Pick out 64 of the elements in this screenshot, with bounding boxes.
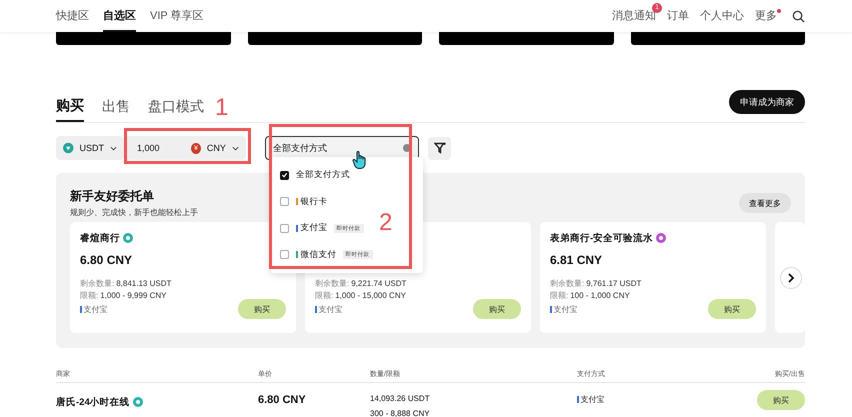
- price: 6.80 CNY: [80, 253, 132, 267]
- promo-subtitle: 规则少、完成快，新手也能轻松上手: [70, 207, 198, 218]
- coin-select[interactable]: USDT: [56, 136, 124, 160]
- remaining-amount: 9,221.74 USDT: [351, 279, 406, 288]
- remaining-amount: 9,761.17 USDT: [586, 279, 642, 288]
- apply-merchant-button[interactable]: 申请成为商家: [729, 90, 805, 114]
- checkbox[interactable]: [280, 224, 289, 233]
- tab[interactable]: 出售: [102, 92, 130, 122]
- field-label: 剩余数量:: [550, 279, 584, 288]
- chevron-down-icon: [110, 146, 117, 150]
- quantity: 14,093.26 USDT: [370, 394, 431, 403]
- checkbox[interactable]: [280, 170, 289, 180]
- remaining-amount: 8,841.13 USDT: [116, 279, 172, 288]
- field-label: 限额:: [550, 291, 568, 300]
- checkbox[interactable]: [280, 250, 289, 260]
- option-label: 微信支付: [300, 248, 336, 261]
- field-label: 限额:: [315, 291, 334, 300]
- amount-value: 1,000: [137, 143, 161, 153]
- price: 6.81 CNY: [550, 253, 602, 267]
- option-label: 银行卡: [300, 196, 328, 208]
- view-more-button[interactable]: 查看更多: [739, 193, 791, 213]
- merchant-name: 睿煊商行: [80, 232, 120, 244]
- nav-link[interactable]: 快捷区: [56, 0, 89, 32]
- nav-link[interactable]: 更多: [755, 10, 777, 22]
- annotation-number: 1: [215, 96, 228, 120]
- nav-link[interactable]: VIP 尊享区: [150, 0, 204, 32]
- buy-button[interactable]: 购买: [238, 299, 286, 319]
- limit-range: 100 - 1,000 CNY: [570, 291, 630, 300]
- tab[interactable]: 盘口模式: [148, 92, 204, 122]
- option-label: 全部支付方式: [296, 169, 350, 182]
- merchant-name: 表弟商行-安全可验流水: [550, 232, 654, 244]
- limit-range: 1,000 - 15,000 CNY: [335, 291, 406, 300]
- payment-method: 支付宝: [550, 304, 578, 314]
- nav-link[interactable]: 个人中心: [700, 10, 744, 22]
- payment-method: 支付宝: [80, 304, 108, 314]
- buy-button[interactable]: 购买: [757, 390, 805, 410]
- payment-method: 支付宝: [315, 304, 342, 314]
- nav-link[interactable]: 订单: [667, 10, 689, 22]
- field-label: 限额:: [80, 291, 98, 300]
- field-label: 剩余数量:: [315, 279, 350, 288]
- nav-link[interactable]: 消息通知: [612, 10, 656, 22]
- checkbox[interactable]: [280, 197, 289, 206]
- coin-icon: [63, 142, 74, 154]
- limit-range: 300 - 8,888 CNY: [370, 409, 431, 417]
- search-icon[interactable]: [792, 10, 805, 22]
- option-label: 支付宝: [300, 222, 328, 234]
- chevron-right-icon: [787, 273, 795, 283]
- tab[interactable]: 购买: [56, 92, 84, 122]
- limit-range: 1,000 - 9,999 CNY: [100, 291, 166, 300]
- payment-option[interactable]: 银行卡: [280, 192, 413, 211]
- field-label: 剩余数量:: [80, 279, 114, 288]
- buy-button[interactable]: 购买: [473, 299, 521, 319]
- price: 6.80 CNY: [258, 394, 306, 406]
- filter-icon: [434, 142, 446, 154]
- payment-option[interactable]: 全部支付方式: [280, 166, 413, 184]
- annotation-number: 2: [379, 211, 392, 235]
- filter-button[interactable]: [428, 136, 451, 160]
- payment-method: 支付宝: [577, 394, 727, 405]
- merchant-name: 唐氏-24小时在线: [56, 396, 130, 408]
- payment-value: 全部支付方式: [273, 142, 327, 154]
- promo-title: 新手友好委托单: [70, 188, 155, 205]
- buy-button[interactable]: 购买: [708, 299, 756, 319]
- chevron-down-icon: [232, 146, 240, 150]
- currency-label: CNY: [206, 143, 226, 153]
